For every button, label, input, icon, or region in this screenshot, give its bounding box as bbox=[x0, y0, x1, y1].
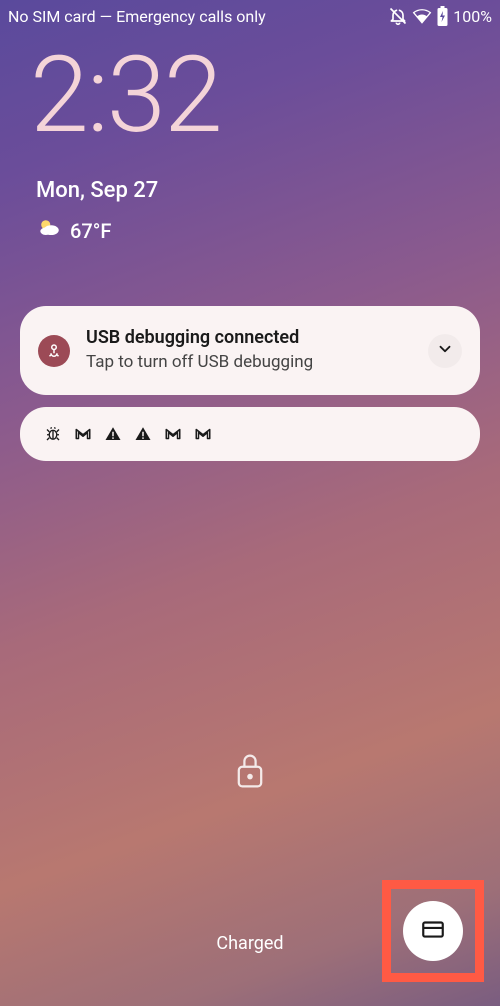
weather-partly-cloudy-icon bbox=[36, 215, 62, 246]
usb-debug-icon bbox=[38, 335, 70, 367]
notification-text: USB debugging connected Tap to turn off … bbox=[86, 326, 428, 375]
lock-icon bbox=[233, 750, 267, 796]
notification-title: USB debugging connected bbox=[86, 326, 428, 349]
expand-button[interactable] bbox=[428, 334, 462, 368]
warning-solid-icon bbox=[104, 425, 122, 443]
battery-icon bbox=[436, 6, 449, 26]
bug-icon bbox=[44, 425, 62, 443]
status-bar: No SIM card — Emergency calls only 100% bbox=[0, 0, 500, 30]
weather-temp: 67°F bbox=[70, 219, 111, 243]
highlight-box bbox=[382, 880, 484, 982]
wifi-icon bbox=[412, 6, 432, 26]
dnd-off-icon bbox=[388, 6, 408, 26]
notification-shade: USB debugging connected Tap to turn off … bbox=[0, 246, 500, 461]
warning-outline-icon bbox=[134, 425, 152, 443]
network-status-text: No SIM card — Emergency calls only bbox=[8, 7, 266, 26]
gmail-icon bbox=[194, 425, 212, 443]
notification-overflow-row[interactable] bbox=[20, 407, 480, 461]
weather-widget[interactable]: 67°F bbox=[0, 203, 500, 246]
wallet-button[interactable] bbox=[403, 901, 463, 961]
chevron-down-icon bbox=[436, 340, 454, 362]
lock-indicator bbox=[0, 750, 500, 796]
status-icons: 100% bbox=[388, 6, 492, 26]
gmail-icon bbox=[74, 425, 92, 443]
notification-usb-debugging[interactable]: USB debugging connected Tap to turn off … bbox=[20, 306, 480, 395]
notification-subtitle: Tap to turn off USB debugging bbox=[86, 351, 428, 375]
lockscreen-clock: 2:32 bbox=[0, 30, 500, 148]
overflow-icons bbox=[38, 423, 218, 445]
gmail-icon bbox=[164, 425, 182, 443]
battery-percent: 100% bbox=[453, 7, 492, 26]
wallet-card-icon bbox=[420, 916, 446, 946]
